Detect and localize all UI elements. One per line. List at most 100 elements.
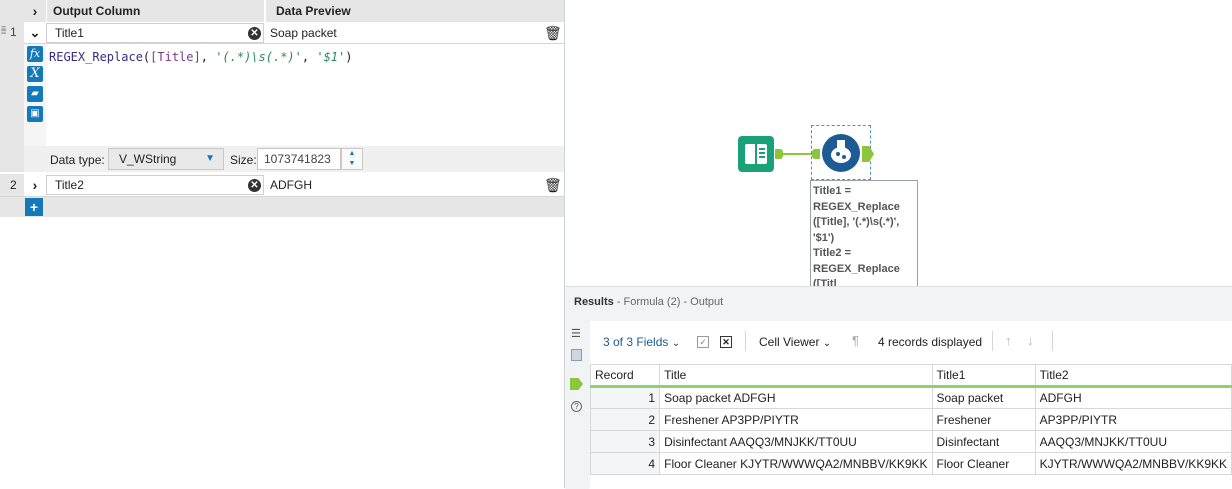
- annotation-line: '$1'): [813, 231, 835, 244]
- expr-sep-1: ,: [200, 50, 216, 64]
- arrow-down-icon[interactable]: ↓: [1027, 333, 1034, 348]
- row-1-name-field[interactable]: Title1: [46, 23, 264, 43]
- expression-editor[interactable]: REGEX_Replace([Title], '(.*)\s(.*)', '$1…: [49, 50, 559, 140]
- output-column-header: Output Column: [46, 0, 264, 22]
- records-displayed: 4 records displayed: [878, 335, 983, 349]
- expr-replacement: '$1': [316, 50, 346, 64]
- workflow-canvas[interactable]: Title1 = REGEX_Replace ([Title], '(.*)\s…: [565, 0, 1232, 286]
- list-view-icon[interactable]: ☰: [571, 327, 581, 340]
- formula-output-anchor[interactable]: [862, 146, 874, 162]
- row-2-expand-chevron-icon[interactable]: ›: [24, 174, 46, 196]
- arrow-up-icon[interactable]: ↑: [1005, 333, 1012, 348]
- data-type-select[interactable]: V_WString ▼: [108, 148, 224, 170]
- cell-record: 2: [589, 408, 661, 431]
- cell-title2[interactable]: KJYTR/WWWQA2/MNBBV/KK9KK: [1034, 452, 1232, 475]
- toolbar-separator: [1052, 331, 1053, 351]
- save-disk-icon[interactable]: ▣: [27, 106, 43, 122]
- table-row[interactable]: 2 Freshener AP3PP/PIYTR Freshener AP3PP/…: [589, 408, 1232, 431]
- connection-line: [783, 153, 813, 155]
- row-1-clear-icon[interactable]: ✕: [248, 27, 261, 40]
- cell-title1[interactable]: Floor Cleaner: [931, 452, 1036, 475]
- open-folder-icon[interactable]: ▰: [27, 86, 43, 102]
- data-preview-header: Data Preview: [264, 0, 564, 22]
- header-gutter: [0, 0, 24, 22]
- cell-viewer-dropdown[interactable]: Cell Viewer ⌄: [759, 335, 831, 349]
- add-plus-icon[interactable]: +: [25, 198, 43, 216]
- functions-fx-icon[interactable]: fx: [27, 46, 43, 62]
- row-2-delete-trash-icon[interactable]: 🗑: [544, 175, 562, 195]
- cell-title[interactable]: Floor Cleaner KJYTR/WWWQA2/MNBBV/KK9KK: [659, 452, 933, 475]
- col-header-record[interactable]: Record: [589, 364, 661, 388]
- annotation-line: ([Title], '(.*)\s(.*)',: [813, 216, 900, 228]
- cell-title1[interactable]: Soap packet: [931, 386, 1036, 409]
- table-row[interactable]: 4 Floor Cleaner KJYTR/WWWQA2/MNBBV/KK9KK…: [589, 452, 1232, 475]
- chevron-down-icon: ⌄: [671, 338, 681, 349]
- cell-title2[interactable]: AAQQ3/MNJKK/TT0UU: [1034, 430, 1232, 453]
- results-title-bar: Results - Formula (2) - Output: [574, 296, 723, 308]
- expr-pattern: '(.*)\s(.*)': [215, 50, 302, 64]
- deselect-x-icon[interactable]: ✕: [720, 336, 732, 348]
- row-1-name-text: Title1: [55, 26, 84, 40]
- annotation-line: Title1 =: [813, 185, 852, 197]
- row-2-name-text: Title2: [55, 178, 84, 192]
- cell-viewer-text: Cell Viewer: [759, 335, 820, 349]
- row-2-clear-icon[interactable]: ✕: [248, 179, 261, 192]
- drag-handle-icon[interactable]: ≡ ≡: [1, 24, 9, 38]
- annotation-line: Title2 =: [813, 247, 852, 259]
- help-question-icon[interactable]: ?: [571, 401, 582, 412]
- row-1-delete-trash-icon[interactable]: 🗑: [544, 23, 562, 43]
- input-data-tool-icon[interactable]: [738, 136, 774, 172]
- expr-sep-2: ,: [301, 50, 317, 64]
- table-row[interactable]: 3 Disinfectant AAQQ3/MNJKK/TT0UU Disinfe…: [589, 430, 1232, 453]
- cell-title1[interactable]: Disinfectant: [931, 430, 1036, 453]
- col-header-title[interactable]: Title: [659, 364, 933, 388]
- row-1-collapse-chevron-icon[interactable]: ⌄: [24, 22, 46, 44]
- annotation-line: REGEX_Replace: [813, 200, 900, 213]
- cell-title1[interactable]: Freshener: [931, 408, 1036, 431]
- annotation-line: ([Titl: [813, 278, 837, 286]
- variables-x-icon[interactable]: X: [27, 66, 43, 82]
- cell-record: 1: [589, 386, 661, 409]
- annotation-line: REGEX_Replace: [813, 262, 900, 275]
- cell-title2[interactable]: ADFGH: [1034, 386, 1232, 409]
- size-label: Size:: [230, 153, 257, 167]
- results-subtitle: - Formula (2) - Output: [616, 296, 724, 308]
- cell-title[interactable]: Freshener AP3PP/PIYTR: [659, 408, 933, 431]
- fields-selector[interactable]: 3 of 3 Fields ⌄: [603, 335, 680, 349]
- row-1-index: 1: [10, 25, 17, 39]
- expr-field: [Title]: [150, 50, 201, 64]
- size-stepper-icon[interactable]: ▲ ▼: [341, 148, 363, 170]
- row-2-preview: ADFGH: [270, 178, 312, 192]
- expr-function: REGEX_Replace: [49, 50, 143, 64]
- cell-title[interactable]: Disinfectant AAQQ3/MNJKK/TT0UU: [659, 430, 933, 453]
- col-header-title2[interactable]: Title2: [1034, 364, 1232, 388]
- data-type-label: Data type:: [50, 153, 105, 167]
- cell-record: 4: [589, 452, 661, 475]
- row-1-gutter: [0, 22, 24, 172]
- cell-title[interactable]: Soap packet ADFGH: [659, 386, 933, 409]
- input-output-anchor[interactable]: [775, 149, 783, 159]
- expand-all-chevron-icon[interactable]: ›: [24, 0, 46, 22]
- cell-record: 3: [589, 430, 661, 453]
- designer-right-pane: Title1 = REGEX_Replace ([Title], '(.*)\s…: [565, 0, 1232, 489]
- expr-close-paren: ): [345, 50, 353, 64]
- formula-config-panel: › Output Column Data Preview ≡ ≡ 1 ⌄ Titl…: [0, 0, 564, 488]
- select-checkbox-icon[interactable]: ✓: [697, 336, 709, 348]
- pilcrow-icon[interactable]: ¶: [852, 333, 859, 348]
- col-header-title1[interactable]: Title1: [931, 364, 1036, 388]
- add-row-bar: [0, 197, 564, 217]
- row-2-name-field[interactable]: Title2: [46, 175, 264, 195]
- toolbar-separator: [745, 331, 746, 351]
- row-1-preview: Soap packet: [270, 26, 337, 40]
- row-1-divider: [24, 43, 564, 44]
- metadata-icon[interactable]: [571, 349, 582, 361]
- row-2-index: 2: [10, 178, 17, 192]
- chevron-down-icon: ⌄: [822, 338, 832, 349]
- cell-title2[interactable]: AP3PP/PIYTR: [1034, 408, 1232, 431]
- tool-annotation: Title1 = REGEX_Replace ([Title], '(.*)\s…: [810, 180, 918, 286]
- formula-tool-flask-icon[interactable]: [822, 134, 860, 172]
- results-title: Results: [574, 296, 614, 308]
- size-input[interactable]: 1073741823: [257, 148, 341, 170]
- dropdown-arrow-icon: ▼: [205, 153, 215, 164]
- table-row[interactable]: 1 Soap packet ADFGH Soap packet ADFGH: [589, 386, 1232, 409]
